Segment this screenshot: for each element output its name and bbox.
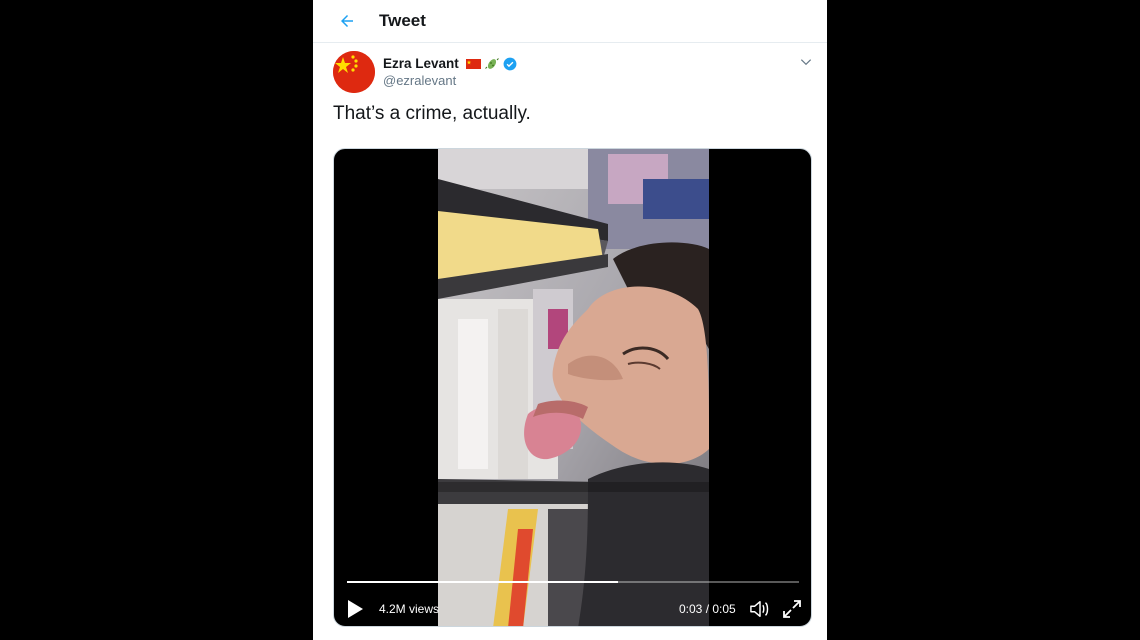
video-progress-bar[interactable] [347, 581, 799, 583]
tweet-text: That’s a crime, actually. [333, 103, 531, 124]
volume-icon[interactable] [749, 599, 771, 619]
china-flag-icon [465, 58, 481, 69]
view-count: 4.2M views [379, 602, 440, 616]
page-title: Tweet [379, 11, 426, 30]
display-name[interactable]: Ezra Levant [383, 56, 459, 71]
arrow-left-icon [341, 15, 353, 27]
fullscreen-icon[interactable] [782, 599, 802, 619]
verified-badge-icon [503, 57, 517, 70]
tweet-page: Tweet Ezra Levant @ezralevant That’s a c… [313, 0, 827, 640]
avatar[interactable] [333, 51, 375, 93]
tweet-menu-button[interactable] [799, 55, 813, 69]
play-icon[interactable] [346, 599, 364, 619]
video-time: 0:03 / 0:05 [679, 602, 736, 616]
china-flag-avatar [333, 51, 375, 93]
chevron-down-icon [800, 59, 812, 66]
video-progress-fill [347, 581, 619, 583]
header: Tweet [313, 0, 827, 43]
microbe-icon [484, 57, 499, 69]
author-name-row[interactable]: Ezra Levant [383, 56, 517, 71]
video-still-image [438, 149, 709, 626]
author-handle[interactable]: @ezralevant [383, 73, 456, 88]
back-button[interactable] [335, 9, 359, 33]
video-frame[interactable] [438, 149, 709, 626]
video-player[interactable]: 4.2M views 0:03 / 0:05 [333, 148, 812, 627]
